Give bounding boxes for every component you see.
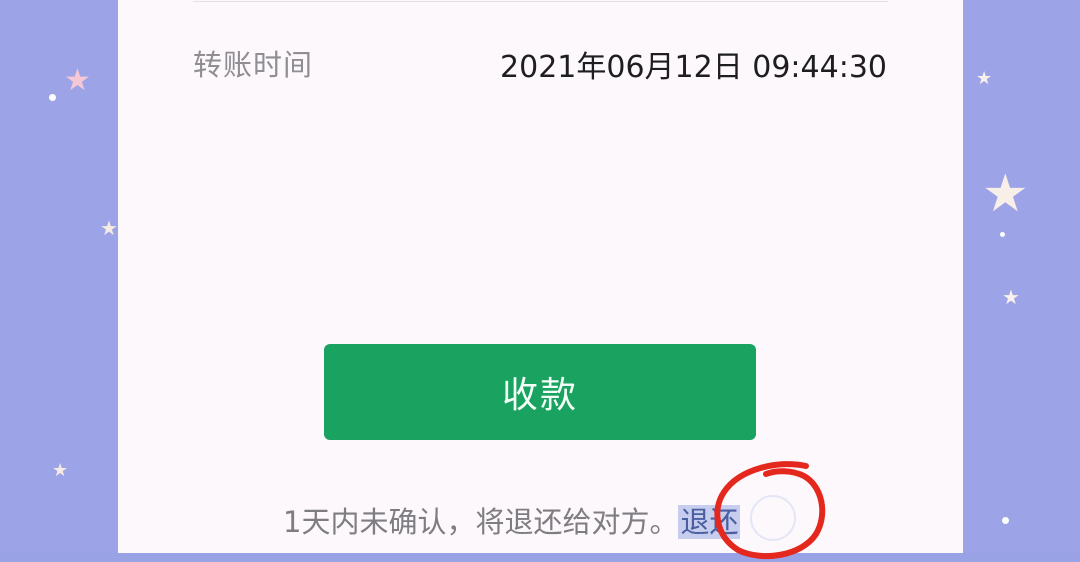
sparkle-dot xyxy=(49,94,56,101)
auto-return-notice-text: 1天内未确认，将退还给对方。 xyxy=(283,505,679,539)
star-icon: ★ xyxy=(100,216,118,240)
star-icon: ★ xyxy=(982,164,1029,224)
star-icon: ★ xyxy=(1002,285,1020,309)
transfer-time-label: 转账时间 xyxy=(193,48,314,82)
divider xyxy=(193,1,888,2)
sparkle-dot xyxy=(1002,517,1009,524)
transfer-time-value: 2021年06月12日 09:44:30 xyxy=(500,50,887,85)
transfer-detail-card: 转账时间 2021年06月12日 09:44:30 收款 1天内未确认，将退还给… xyxy=(118,0,963,553)
receive-button[interactable]: 收款 xyxy=(324,344,756,440)
star-icon: ★ xyxy=(976,68,993,89)
sparkle-dot xyxy=(1000,232,1005,237)
star-icon: ★ xyxy=(52,460,69,481)
star-icon: ★ xyxy=(64,63,91,98)
auto-return-notice: 1天内未确认，将退还给对方。退还 xyxy=(283,499,741,541)
return-link[interactable]: 退还 xyxy=(678,505,741,539)
